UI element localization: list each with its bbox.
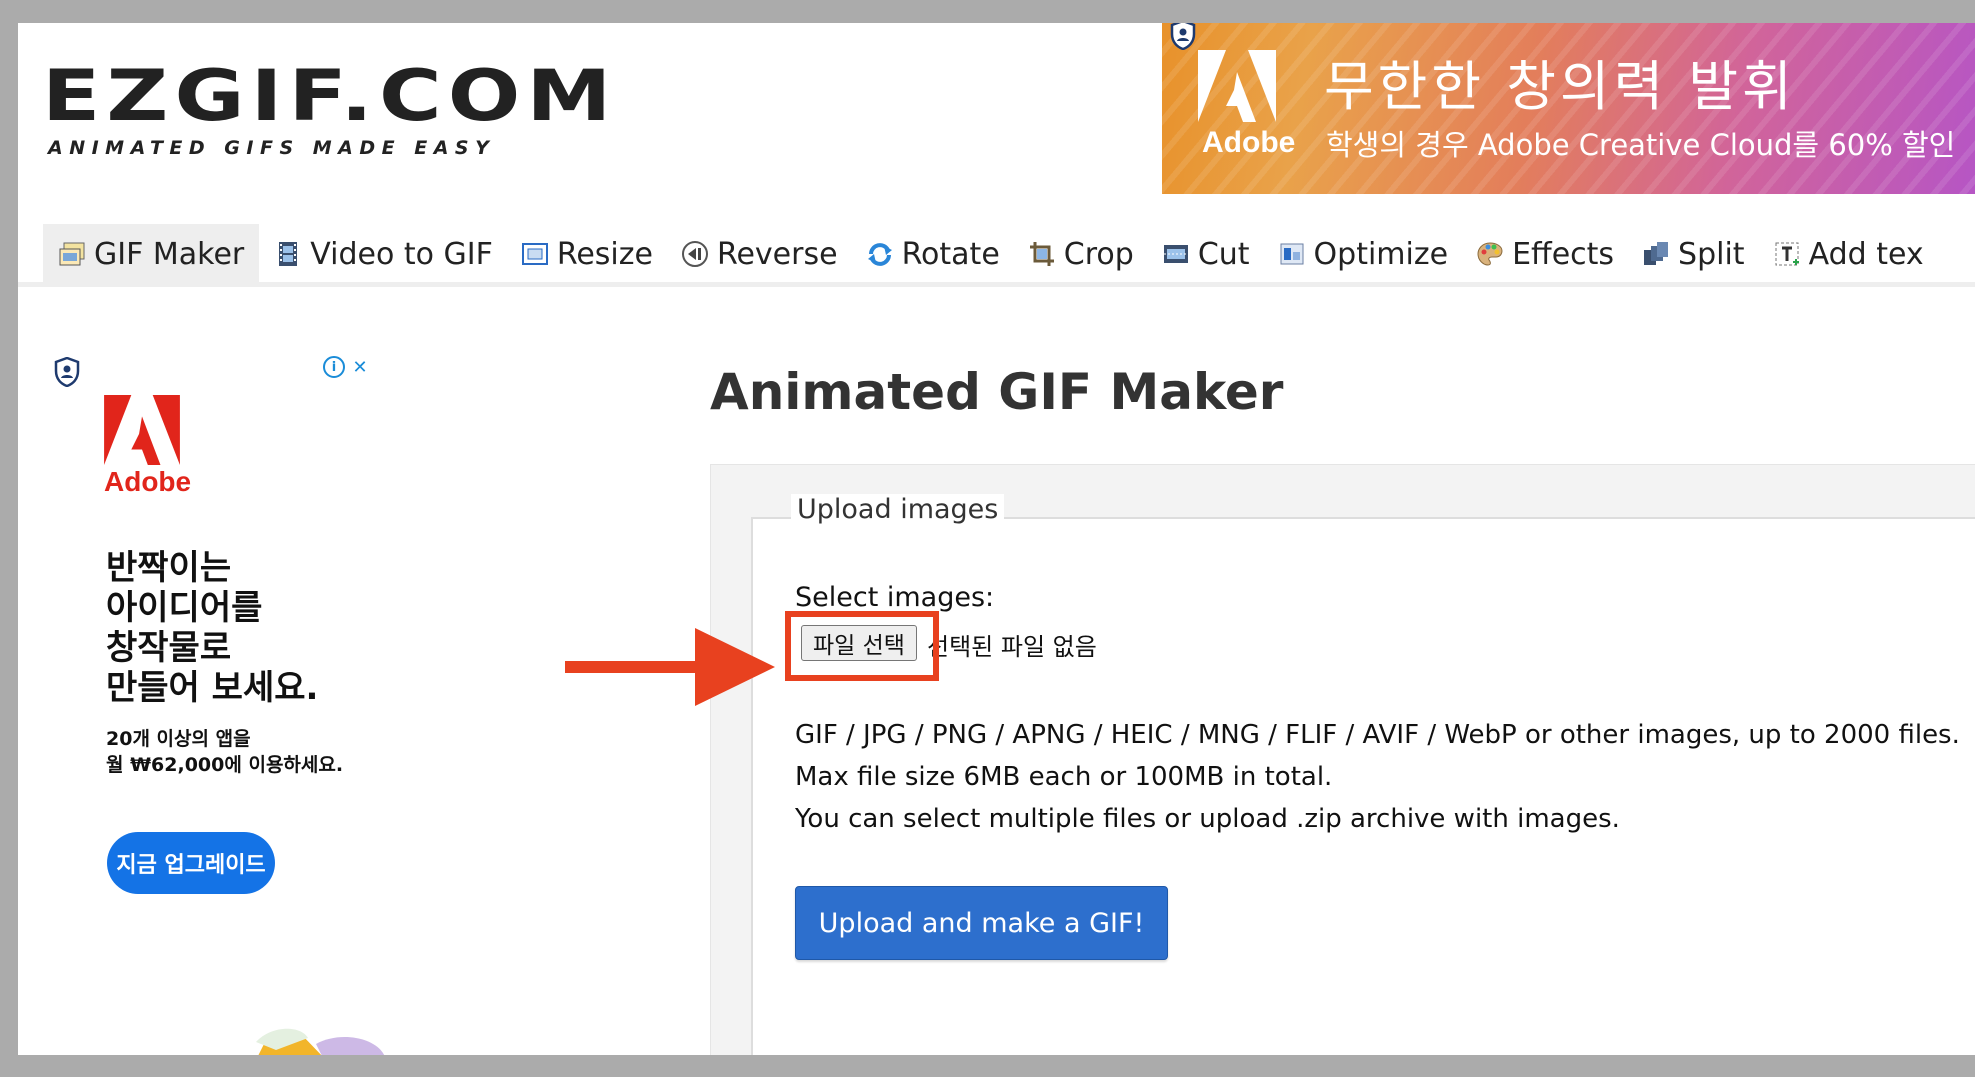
fieldset-legend: Upload images	[791, 494, 1005, 525]
nav-label: Video to GIF	[310, 236, 493, 272]
top-banner-ad[interactable]: Adobe 무한한 창의력 발휘 학생의 경우 Adobe Creative C…	[1162, 23, 1975, 194]
add-text-icon	[1775, 242, 1799, 266]
nav-label: Optimize	[1313, 236, 1449, 272]
nav-gif-maker[interactable]: GIF Maker	[43, 224, 260, 284]
ad-close-icon[interactable]: ✕	[349, 356, 371, 378]
ad-fine-line: 20개 이상의 앱을	[106, 728, 251, 750]
ad-headline: 무한한 창의력 발휘	[1324, 55, 1796, 118]
ad-copy-line: 아이디어를	[106, 588, 263, 628]
logo-text: EZGIF.COM	[42, 55, 618, 137]
logo-tagline: ANIMATED GIFS MADE EASY	[48, 137, 496, 159]
upload-and-make-gif-button[interactable]: Upload and make a GIF!	[795, 886, 1168, 960]
nav-resize[interactable]: Resize	[506, 224, 666, 284]
adobe-logo-icon	[1198, 50, 1276, 122]
adobe-logo-icon	[104, 395, 180, 465]
ad-copy-line: 창작물로	[106, 628, 232, 668]
ad-decorative-art	[256, 1028, 384, 1055]
max-file-size-text: Max file size 6MB each or 100MB in total…	[795, 762, 1333, 792]
nav-video-to-gif[interactable]: Video to GIF	[259, 224, 506, 284]
ad-privacy-shield-icon[interactable]	[54, 357, 80, 387]
palette-icon	[1477, 242, 1503, 266]
resize-icon	[521, 243, 548, 265]
nav-add-text[interactable]: Add tex	[1758, 224, 1937, 284]
site-logo[interactable]: EZGIF.COM ANIMATED GIFS MADE EASY	[42, 61, 611, 161]
nav-optimize[interactable]: Optimize	[1263, 224, 1462, 284]
upload-fieldset: Upload images Select images: 파일 선택 선택된 파…	[751, 494, 1975, 1055]
nav-label: Crop	[1063, 236, 1134, 272]
supported-formats-text: GIF / JPG / PNG / APNG / HEIC / MNG / FL…	[795, 720, 1960, 750]
film-icon	[279, 242, 298, 266]
nav-reverse[interactable]: Reverse	[666, 224, 851, 284]
nav-cut[interactable]: Cut	[1147, 224, 1263, 284]
ad-privacy-shield-icon[interactable]	[1170, 23, 1196, 50]
ad-copy-line: 만들어 보세요.	[106, 668, 319, 708]
cut-icon	[1163, 245, 1188, 263]
optimize-icon	[1280, 243, 1304, 265]
select-images-label: Select images:	[795, 582, 995, 613]
rotate-icon	[867, 243, 892, 266]
annotation-highlight-box	[785, 611, 939, 681]
ad-copy: 반짝이는 아이디어를 창작물로 만들어 보세요.	[106, 548, 366, 708]
page-title: Animated GIF Maker	[710, 363, 1284, 421]
nav-label: Reverse	[716, 236, 838, 272]
adobe-wordmark: Adobe	[1202, 126, 1296, 159]
nav-label: GIF Maker	[94, 236, 245, 272]
nav-label: Rotate	[901, 236, 1000, 272]
browser-page: EZGIF.COM ANIMATED GIFS MADE EASY Adobe …	[18, 23, 1975, 1055]
annotation-arrow-icon	[565, 628, 775, 706]
nav-label: Resize	[556, 236, 653, 272]
ad-subline: 학생의 경우 Adobe Creative Cloud를 60% 할인	[1326, 128, 1956, 162]
nav-effects[interactable]: Effects	[1461, 224, 1627, 284]
reverse-icon	[681, 241, 708, 267]
no-file-selected-text: 선택된 파일 없음	[927, 633, 1097, 661]
ad-info-icon[interactable]: i	[323, 356, 345, 378]
tool-nav-bar: GIF Maker Video to GIF Resize Reverse Ro…	[18, 224, 1975, 287]
ad-upgrade-button[interactable]: 지금 업그레이드	[107, 832, 275, 894]
gif-maker-icon	[59, 242, 85, 266]
upload-panel: Upload images Select images: 파일 선택 선택된 파…	[710, 464, 1975, 1055]
adobe-wordmark: Adobe	[104, 466, 192, 497]
nav-rotate[interactable]: Rotate	[851, 224, 1013, 284]
ad-choices: i ✕	[323, 356, 371, 378]
nav-crop[interactable]: Crop	[1013, 224, 1147, 284]
nav-split[interactable]: Split	[1627, 224, 1758, 284]
ad-fine-line: 월 ₩62,000에 이용하세요.	[106, 754, 344, 776]
nav-label: Add tex	[1808, 236, 1924, 272]
multiple-files-text: You can select multiple files or upload …	[795, 804, 1620, 834]
nav-label: Effects	[1512, 236, 1615, 272]
ad-copy-line: 반짝이는	[106, 548, 232, 588]
split-icon	[1644, 242, 1669, 265]
ad-fine-print: 20개 이상의 앱을 월 ₩62,000에 이용하세요.	[106, 726, 386, 778]
nav-label: Split	[1678, 236, 1745, 272]
nav-label: Cut	[1197, 236, 1250, 272]
side-banner-ad[interactable]: i ✕ Adobe 반짝이는 아이디어를 창작물로 만들어 보세요. 20개 이…	[36, 320, 384, 1055]
crop-icon	[1029, 242, 1054, 266]
